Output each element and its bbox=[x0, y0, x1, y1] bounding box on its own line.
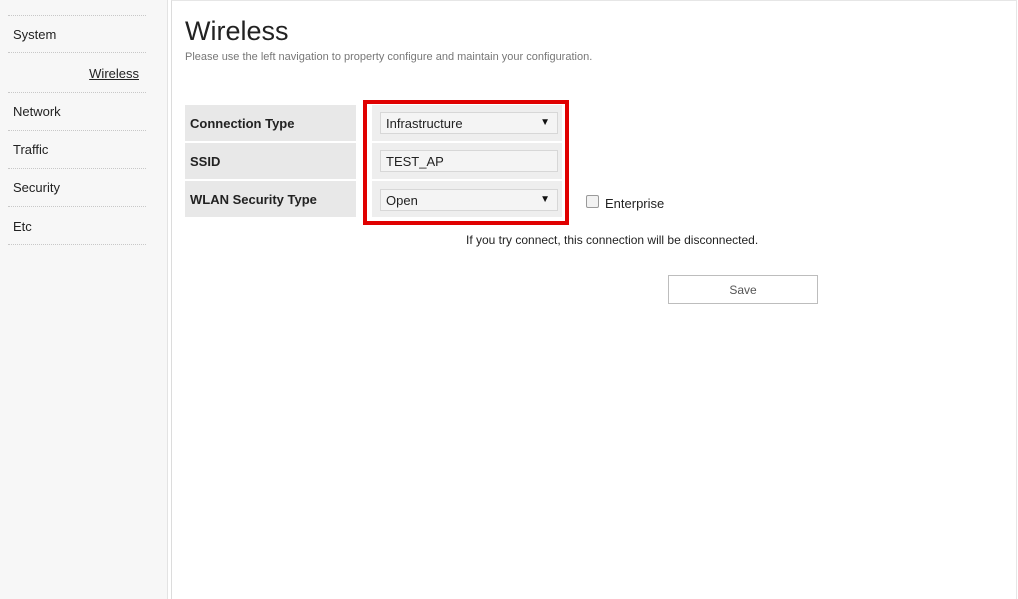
sidebar-item-traffic[interactable]: Traffic bbox=[13, 142, 48, 157]
sidebar-nav: System Wireless Network Traffic Security… bbox=[0, 0, 168, 599]
save-button[interactable]: Save bbox=[668, 275, 818, 304]
disconnect-notice: If you try connect, this connection will… bbox=[466, 233, 759, 247]
sidebar-divider bbox=[8, 168, 146, 169]
page-description: Please use the left navigation to proper… bbox=[185, 51, 593, 63]
triangle-down-icon: ▼ bbox=[540, 194, 550, 205]
sidebar-item-network[interactable]: Network bbox=[13, 104, 61, 119]
sidebar-divider bbox=[8, 244, 146, 245]
sidebar-divider bbox=[8, 206, 146, 207]
ssid-label: SSID bbox=[185, 143, 356, 179]
connection-type-label: Connection Type bbox=[185, 105, 356, 141]
sidebar-divider bbox=[8, 52, 146, 53]
sidebar-subitem-wireless[interactable]: Wireless bbox=[89, 66, 139, 81]
sidebar-item-security[interactable]: Security bbox=[13, 180, 60, 195]
ssid-input[interactable]: TEST_AP bbox=[380, 150, 558, 172]
enterprise-label: Enterprise bbox=[605, 196, 665, 211]
wlan-security-type-label: WLAN Security Type bbox=[185, 181, 356, 217]
sidebar-item-system[interactable]: System bbox=[13, 27, 56, 42]
sidebar-divider bbox=[8, 130, 146, 131]
enterprise-checkbox[interactable] bbox=[586, 195, 599, 208]
connection-type-value: Infrastructure bbox=[386, 115, 463, 131]
sidebar-divider bbox=[8, 15, 146, 16]
wlan-security-type-value: Open bbox=[386, 192, 418, 208]
sidebar-item-etc[interactable]: Etc bbox=[13, 219, 32, 234]
triangle-down-icon: ▼ bbox=[540, 117, 550, 128]
page-title: Wireless bbox=[185, 16, 289, 46]
sidebar-divider bbox=[8, 92, 146, 93]
connection-type-select[interactable]: Infrastructure ▼ bbox=[380, 112, 558, 134]
main-panel bbox=[171, 0, 1017, 599]
wlan-security-type-select[interactable]: Open ▼ bbox=[380, 189, 558, 211]
